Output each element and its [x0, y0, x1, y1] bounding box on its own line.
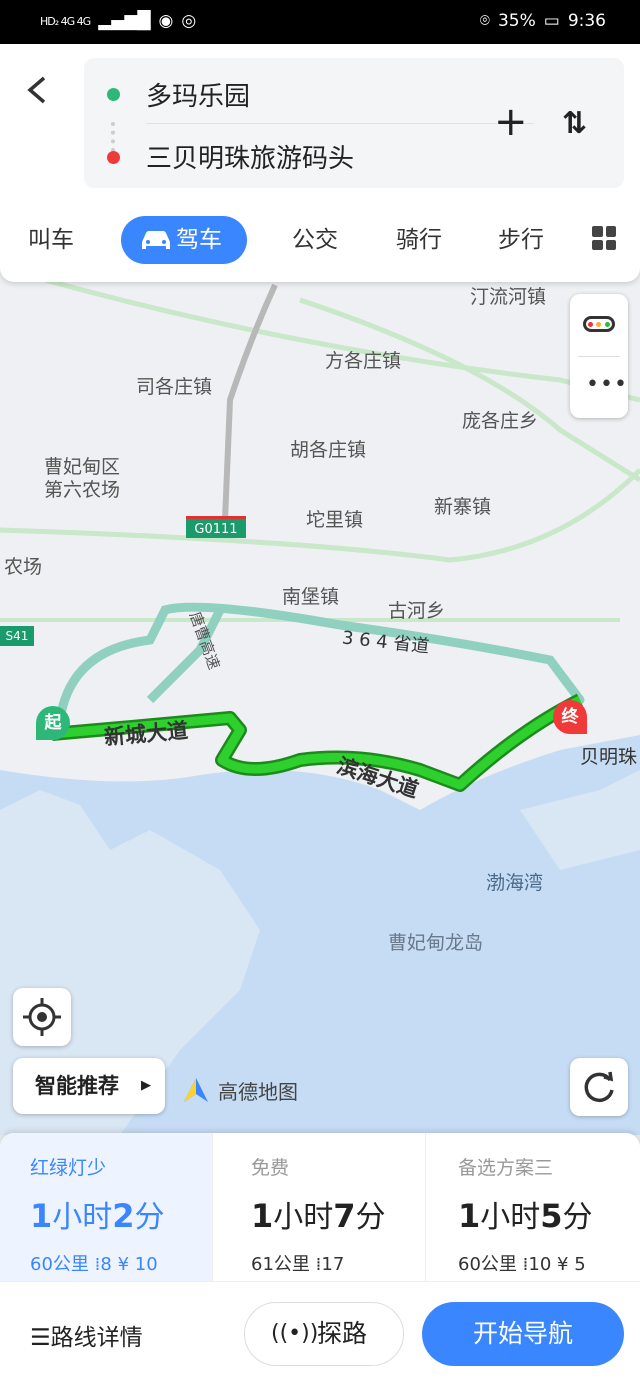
battery-icon: ▭: [543, 11, 560, 31]
smart-recommend-label: 智能推荐: [35, 1074, 119, 1098]
route-meta: 60公里 ⁞8 ¥ 10: [30, 1254, 158, 1275]
map-label: 曹妃甸龙岛: [388, 932, 484, 954]
destination-dot-icon: [107, 151, 120, 164]
refresh-icon: [584, 1071, 614, 1103]
add-waypoint-button[interactable]: +: [494, 102, 528, 142]
more-modes-icon[interactable]: [592, 226, 616, 250]
route-details-label: 路线详情: [50, 1325, 143, 1351]
map-canvas: [0, 230, 640, 1135]
route-input-box: 多玛乐园 三贝明珠旅游码头 + ⇅: [84, 58, 624, 188]
chevron-left-icon: [27, 76, 46, 104]
route-card[interactable]: 红绿灯少 1小时2分 60公里 ⁞8 ¥ 10: [0, 1133, 213, 1281]
map-label: 新寨镇: [434, 496, 492, 518]
broadcast-icon: ((•)): [271, 1321, 319, 1346]
clock: 9:36: [567, 11, 606, 31]
weibo-icon: ◎: [181, 11, 197, 31]
list-icon: ☰: [30, 1325, 51, 1351]
start-marker[interactable]: 起: [36, 706, 70, 740]
more-options-icon[interactable]: •••: [586, 372, 628, 397]
explore-label: 探路: [317, 1319, 368, 1348]
route-connector: [111, 122, 115, 152]
end-marker[interactable]: 终: [553, 700, 587, 734]
refresh-button[interactable]: [570, 1058, 628, 1116]
amap-logo: 高德地图: [180, 1074, 298, 1106]
map-label: 方各庄镇: [325, 350, 402, 372]
amap-brand-name: 高德地图: [218, 1079, 298, 1104]
map-label: 渤海湾: [486, 872, 544, 894]
tab-walking[interactable]: 步行: [498, 216, 544, 264]
route-details-button[interactable]: ☰路线详情: [30, 1318, 143, 1352]
route-duration: 1小时2分: [30, 1197, 165, 1235]
highway-shield-s41: S41: [0, 626, 34, 646]
map-label: 汀流河镇: [470, 286, 547, 308]
route-card[interactable]: 备选方案三 1小时5分 60公里 ⁞10 ¥ 5: [426, 1133, 640, 1281]
signal-bars-icon: ▂▄▆█: [98, 11, 151, 31]
route-header: 多玛乐园 三贝明珠旅游码头 + ⇅ 叫车 驾车 公交 骑行 步行: [0, 44, 640, 282]
status-bar: HD₂ 4G 4G ▂▄▆█ ◉ ◎ ⌾ 35% ▭ 9:36: [0, 0, 640, 44]
map-label: 胡各庄镇: [290, 439, 367, 461]
battery-percent: 35%: [497, 11, 536, 31]
route-meta: 61公里 ⁞17: [251, 1254, 345, 1275]
map-label: 坨里镇: [306, 509, 364, 531]
crosshair-icon: [23, 998, 61, 1036]
map-label: 农场: [4, 556, 43, 578]
destination-field[interactable]: 三贝明珠旅游码头: [146, 138, 354, 175]
origin-field[interactable]: 多玛乐园: [146, 76, 250, 113]
caret-right-icon: ▶: [141, 1078, 151, 1093]
tab-drive[interactable]: 驾车: [121, 216, 247, 264]
map-label: 南堡镇: [282, 586, 340, 608]
map-controls: •••: [570, 294, 628, 418]
route-tag: 免费: [251, 1157, 290, 1179]
transport-tabs: 叫车 驾车 公交 骑行 步行: [0, 216, 640, 266]
signal-icons: HD₂ 4G 4G: [40, 14, 91, 28]
route-card[interactable]: 免费 1小时7分 61公里 ⁞17: [213, 1133, 426, 1281]
explore-button[interactable]: ((•)) 探路: [244, 1302, 404, 1366]
locate-button[interactable]: [13, 988, 71, 1046]
map-view[interactable]: 汀流河镇 方各庄镇 司各庄镇 庞各庄乡 曹妃甸区 第六农场 胡各庄镇 新寨镇 坨…: [0, 230, 640, 1135]
back-button[interactable]: [22, 70, 58, 110]
route-options: 红绿灯少 1小时2分 60公里 ⁞8 ¥ 10 免费 1小时7分 61公里 ⁞1…: [0, 1133, 640, 1281]
route-duration: 1小时7分: [251, 1197, 386, 1235]
route-meta: 60公里 ⁞10 ¥ 5: [458, 1254, 586, 1275]
location-icon: ⌾: [479, 11, 490, 31]
map-label: 贝明珠: [580, 746, 638, 768]
swap-route-button[interactable]: ⇅: [562, 106, 587, 141]
car-icon: [142, 231, 170, 249]
start-navigation-button[interactable]: 开始导航: [422, 1302, 624, 1366]
route-tag: 备选方案三: [458, 1157, 554, 1179]
bottom-bar: ☰路线详情 ((•)) 探路 开始导航: [0, 1281, 640, 1387]
route-tag: 红绿灯少: [30, 1157, 107, 1179]
traffic-light-icon[interactable]: [583, 316, 615, 332]
tab-transit[interactable]: 公交: [292, 216, 338, 264]
highway-shield-g0111: G0111: [186, 516, 246, 538]
origin-dot-icon: [107, 88, 120, 101]
map-label: 司各庄镇: [136, 376, 213, 398]
browser-icon: ◉: [158, 11, 174, 31]
map-label: 第六农场: [44, 479, 121, 501]
amap-logo-icon: [184, 1078, 208, 1102]
tab-taxi[interactable]: 叫车: [28, 216, 74, 264]
map-label: 庞各庄乡: [462, 410, 539, 432]
tab-drive-label: 驾车: [176, 227, 222, 253]
smart-recommend-button[interactable]: 智能推荐 ▶: [13, 1058, 165, 1114]
route-duration: 1小时5分: [458, 1197, 593, 1235]
map-label: 古河乡: [388, 600, 446, 622]
tab-cycling[interactable]: 骑行: [396, 216, 442, 264]
